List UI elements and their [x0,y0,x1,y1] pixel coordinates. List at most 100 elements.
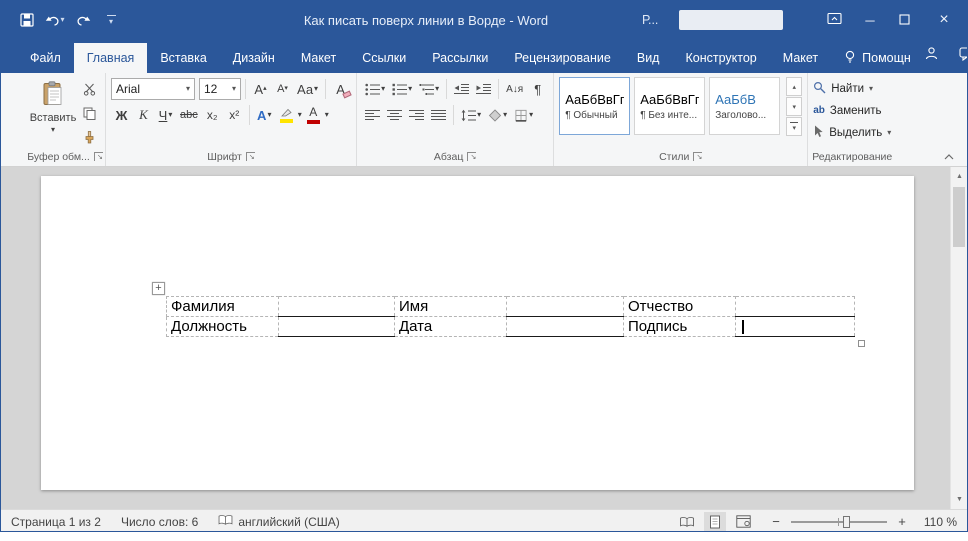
web-layout-button[interactable] [732,512,754,532]
styles-scroll-up-button[interactable]: ▴ [786,77,802,96]
undo-dropdown-arrow[interactable]: ▾ [60,16,64,24]
cell-label-surname[interactable]: Фамилия [167,297,279,317]
replace-button[interactable]: ab Заменить [813,101,891,120]
tab-design[interactable]: Дизайн [220,43,288,73]
find-arrow[interactable]: ▾ [869,85,873,93]
multilevel-list-button[interactable]: ▾ [416,78,442,100]
feedback-button[interactable] [959,47,968,66]
ribbon-display-options-button[interactable] [815,1,853,39]
font-name-arrow[interactable]: ▾ [183,85,193,93]
page-indicator[interactable]: Страница 1 из 2 [11,515,101,529]
style-card-normal[interactable]: АаБбВвГг, ¶ Обычный [559,77,630,135]
underline-button[interactable]: Ч ▾ [155,104,176,126]
line-spacing-arrow[interactable]: ▾ [477,111,481,119]
font-color-button[interactable]: А [303,104,324,126]
zoom-level[interactable]: 110 % [917,515,957,529]
borders-arrow[interactable]: ▾ [529,111,533,119]
grow-font-button[interactable]: А ▴ [250,78,271,100]
cell-label-patronymic[interactable]: Отчество [624,297,736,317]
print-layout-button[interactable] [704,512,726,532]
cell-label-signature[interactable]: Подпись [624,317,736,337]
zoom-slider[interactable] [791,521,887,523]
text-effects-button[interactable]: А ▾ [254,104,275,126]
multilevel-arrow[interactable]: ▾ [435,85,439,93]
proofing-language[interactable]: английский (США) [218,514,339,529]
tell-me-tab[interactable]: Помощн [831,43,924,73]
change-case-button[interactable]: Аа ▾ [294,78,321,100]
customize-qat-button[interactable]: ▾ [99,7,123,33]
zoom-slider-thumb[interactable] [843,516,850,528]
styles-scroll-down-button[interactable]: ▾ [786,97,802,116]
style-card-no-spacing[interactable]: АаБбВвГг, ¶ Без инте... [634,77,705,135]
cut-button[interactable] [79,78,100,100]
cell-label-name[interactable]: Имя [395,297,507,317]
italic-button[interactable]: К [133,104,154,126]
font-name-combo[interactable]: Arial ▾ [111,78,195,100]
user-account-redacted[interactable] [679,10,783,30]
tab-references[interactable]: Ссылки [349,43,419,73]
font-dialog-launcher[interactable]: ↘ [246,152,255,161]
highlight-arrow[interactable]: ▾ [298,111,302,119]
underline-arrow[interactable]: ▾ [168,111,172,119]
decrease-indent-button[interactable] [451,78,472,100]
shading-arrow[interactable]: ▾ [503,111,507,119]
scroll-down-button[interactable]: ▼ [951,491,967,508]
close-button[interactable]: × [921,1,967,39]
bullets-button[interactable]: ▾ [362,78,388,100]
read-mode-button[interactable] [676,512,698,532]
styles-dialog-launcher[interactable]: ↘ [693,152,702,161]
font-size-arrow[interactable]: ▾ [229,85,239,93]
borders-button[interactable]: ▾ [511,104,536,126]
cell-blank-date[interactable] [507,317,624,337]
numbering-button[interactable]: ▾ [389,78,415,100]
tab-mailings[interactable]: Рассылки [419,43,501,73]
cell-label-position[interactable]: Должность [167,317,279,337]
increase-indent-button[interactable] [473,78,494,100]
tab-file[interactable]: Файл [17,43,74,73]
tab-table-design[interactable]: Конструктор [672,43,769,73]
tab-insert[interactable]: Вставка [147,43,219,73]
sort-button[interactable]: А↓я [503,78,526,100]
paste-button[interactable]: Вставить ▾ [30,77,76,145]
clear-formatting-button[interactable]: А [330,78,351,100]
align-center-button[interactable] [384,104,405,126]
vertical-scrollbar[interactable]: ▲ ▼ [950,167,967,509]
align-left-button[interactable] [362,104,383,126]
bullets-arrow[interactable]: ▾ [381,85,385,93]
cell-blank-position[interactable] [279,317,395,337]
cell-blank-surname[interactable] [279,297,395,317]
clipboard-dialog-launcher[interactable]: ↘ [94,152,103,161]
superscript-button[interactable]: х² [224,104,245,126]
collapse-ribbon-button[interactable] [939,149,959,163]
scrollbar-thumb[interactable] [953,187,965,247]
cell-blank-name[interactable] [507,297,624,317]
tab-view[interactable]: Вид [624,43,673,73]
maximize-button[interactable] [887,1,921,39]
shrink-font-button[interactable]: А ▾ [272,78,293,100]
cell-blank-signature[interactable] [736,317,855,337]
zoom-out-button[interactable]: − [770,514,782,529]
font-color-arrow[interactable]: ▾ [325,111,329,119]
scroll-up-button[interactable]: ▲ [951,168,967,185]
show-marks-button[interactable]: ¶ [527,78,548,100]
justify-button[interactable] [428,104,449,126]
bold-button[interactable]: Ж [111,104,132,126]
table-resize-handle[interactable] [858,340,865,347]
cell-label-date[interactable]: Дата [395,317,507,337]
highlight-button[interactable] [276,104,297,126]
find-button[interactable]: Найти ▾ [813,79,891,98]
shading-button[interactable]: ▾ [485,104,510,126]
cell-blank-patronymic[interactable] [736,297,855,317]
font-size-combo[interactable]: 12 ▾ [199,78,241,100]
copy-button[interactable] [79,102,100,124]
tab-review[interactable]: Рецензирование [501,43,624,73]
styles-more-button[interactable]: ▾ [786,117,802,136]
save-button[interactable] [15,7,39,33]
account-person-button[interactable] [924,46,939,66]
strikethrough-button[interactable]: abc [177,104,201,126]
subscript-button[interactable]: х₂ [202,104,223,126]
undo-button[interactable]: ▾ [43,7,67,33]
tab-layout[interactable]: Макет [288,43,349,73]
select-arrow[interactable]: ▾ [887,129,891,137]
word-count[interactable]: Число слов: 6 [121,515,198,529]
